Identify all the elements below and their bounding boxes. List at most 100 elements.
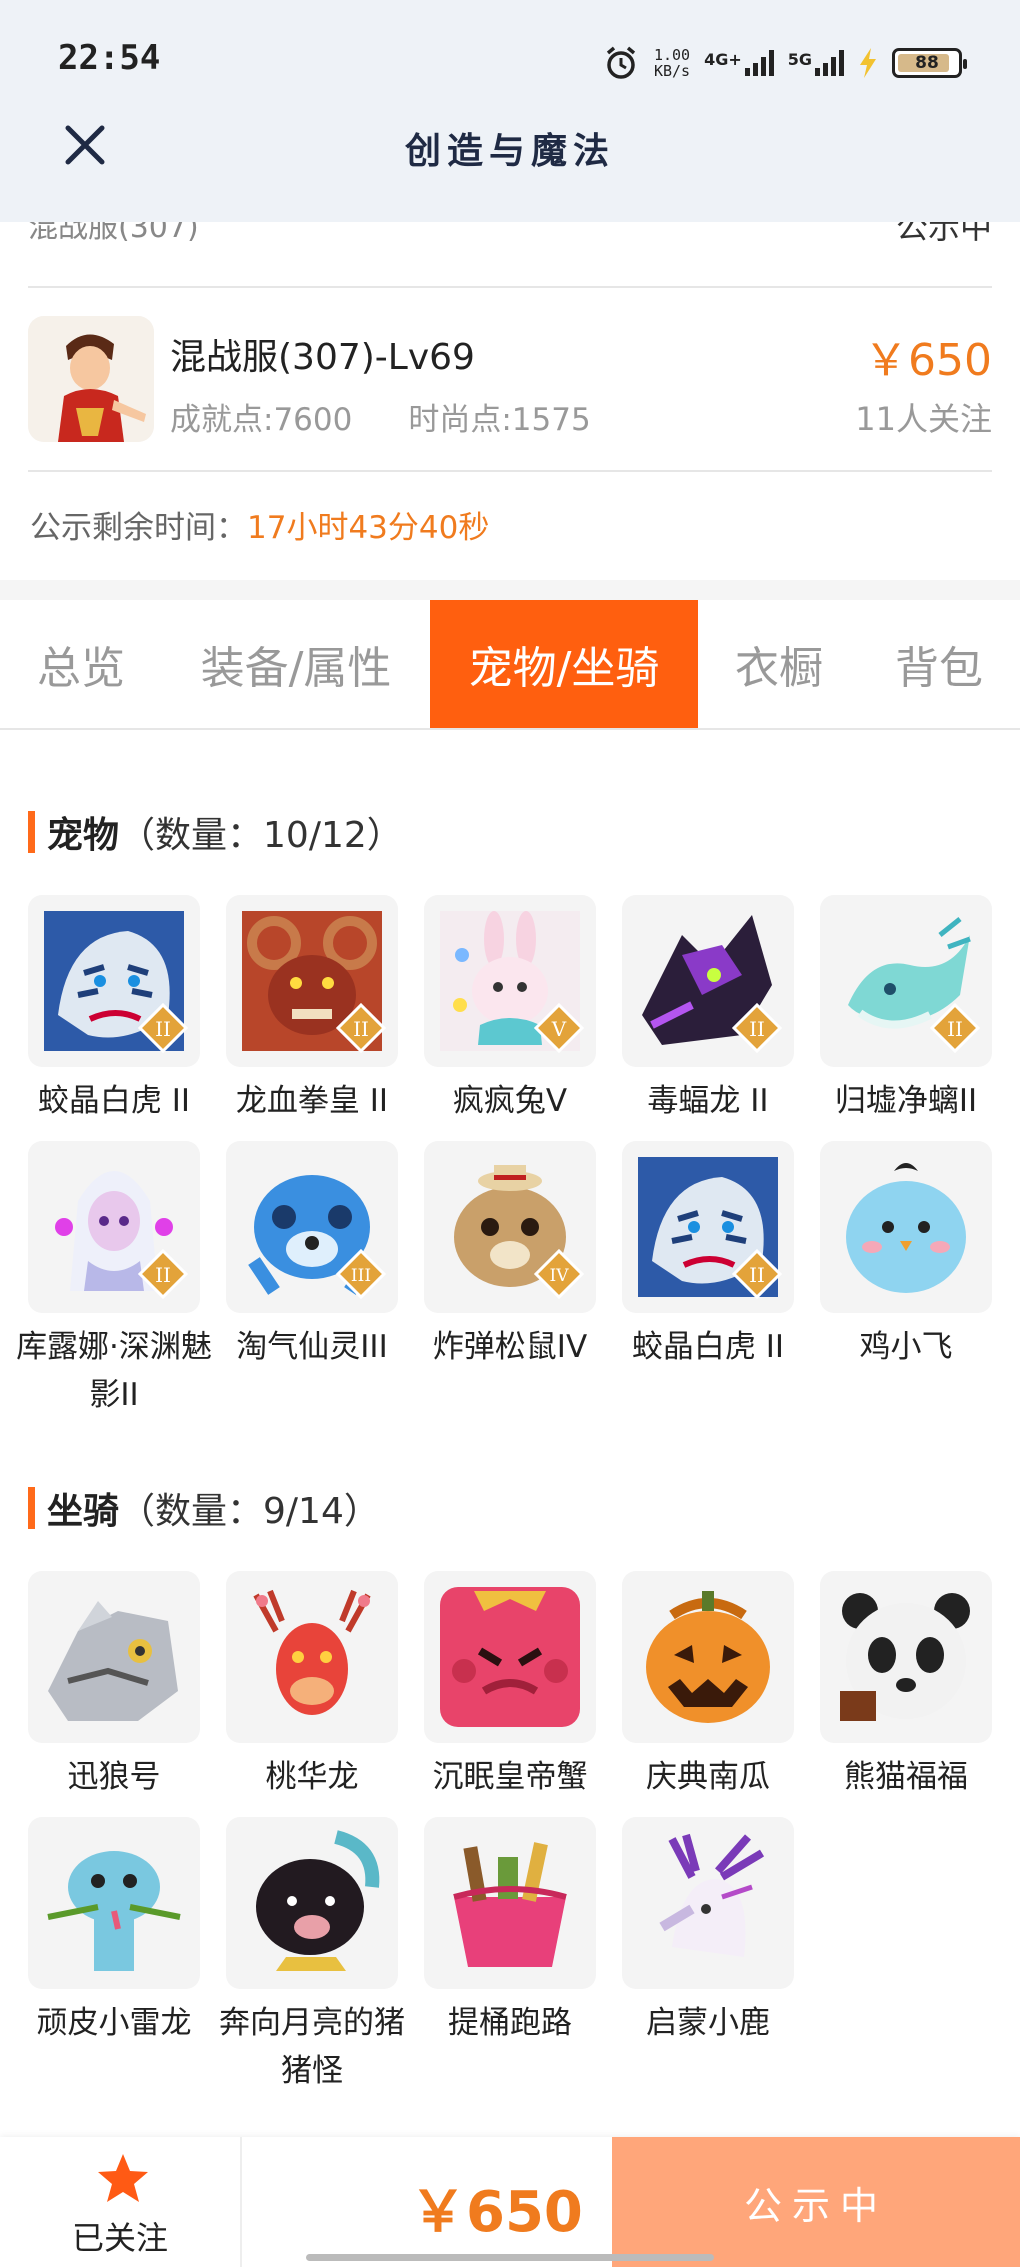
dragon-boxer-icon: II (226, 895, 398, 1067)
server-text: 混战服(307) (28, 222, 199, 245)
mount-item[interactable]: 顽皮小雷龙 (28, 1817, 200, 2047)
pet-name: 库露娜·深渊魅影II (16, 1329, 212, 1413)
tab-backpack[interactable]: 背包 (868, 600, 1010, 728)
pet-item[interactable]: III 淘气仙灵III (226, 1141, 398, 1371)
tab-overview[interactable]: 总览 (0, 600, 162, 728)
star-icon (98, 2154, 148, 2202)
bucket-icon (424, 1817, 596, 1989)
peach-dragon-icon (226, 1571, 398, 1743)
svg-text:V: V (551, 1017, 567, 1041)
pet-name: 疯疯兔V (452, 1083, 568, 1119)
pet-item[interactable]: V 疯疯兔V (424, 895, 596, 1125)
mounts-title: 坐骑 (47, 1491, 120, 1532)
tier-badge-icon: II (336, 1003, 386, 1053)
pig-icon (226, 1817, 398, 1989)
follower-count: 11人关注 (855, 400, 992, 438)
pet-item[interactable]: IV 炸弹松鼠IV (424, 1141, 596, 1371)
pets-title: 宠物 (47, 815, 120, 856)
mount-item[interactable]: 奔向月亮的猪猪怪 (219, 1817, 405, 2095)
svg-text:II: II (155, 1017, 171, 1041)
tier-badge-icon: II (732, 1249, 782, 1299)
pets-count: （数量：10/12） (119, 815, 403, 856)
tab-pets-mounts[interactable]: 宠物/坐骑 (430, 600, 698, 728)
account-summary[interactable]: 混战服(307)-Lv69 成就点:7600 时尚点:1575 ￥650 11人… (28, 290, 992, 472)
pet-name: 龙血拳皇 II (235, 1083, 389, 1119)
abyss-phantom-icon: II (28, 1141, 200, 1313)
pet-item[interactable]: II 蛟晶白虎 II (622, 1141, 794, 1371)
signal-bars-icon (744, 50, 774, 76)
mount-name: 顽皮小雷龙 (36, 2005, 192, 2041)
account-stats: 成就点:7600 时尚点:1575 (170, 394, 591, 439)
pet-item[interactable]: II 蛟晶白虎 II (28, 895, 200, 1125)
follow-button[interactable]: 已关注 (0, 2137, 242, 2267)
mounts-count: （数量：9/14） (119, 1491, 380, 1532)
mount-name: 庆典南瓜 (646, 1759, 770, 1795)
mount-name: 奔向月亮的猪猪怪 (219, 2005, 405, 2089)
chick-icon (820, 1141, 992, 1313)
naughty-sprite-icon: III (226, 1141, 398, 1313)
bottom-price: ￥650 (410, 2180, 583, 2245)
mounts-section-header: 坐骑 （数量：9/14） (28, 1482, 380, 1534)
tier-badge-icon: II (138, 1003, 188, 1053)
pet-item[interactable]: II 毒蝠龙 II (622, 895, 794, 1125)
tier-badge-icon: IV (534, 1249, 584, 1299)
mount-name: 熊猫福福 (844, 1759, 968, 1795)
tab-wardrobe[interactable]: 衣橱 (708, 600, 850, 728)
mount-item[interactable]: 熊猫福福 (820, 1571, 992, 1801)
account-name: 混战服(307)-Lv69 (170, 337, 475, 378)
divider (0, 580, 1020, 600)
publicity-status-button[interactable]: 公示中 (612, 2137, 1020, 2267)
svg-text:II: II (353, 1017, 369, 1041)
tier-badge-icon: II (732, 1003, 782, 1053)
charging-icon (860, 48, 876, 78)
white-tiger-icon: II (28, 895, 200, 1067)
mount-name: 桃华龙 (265, 1759, 359, 1795)
status-time: 22:54 (58, 38, 161, 78)
mount-item[interactable]: 提桶跑路 (424, 1817, 596, 2047)
mount-name: 迅狼号 (67, 1759, 161, 1795)
bomb-squirrel-icon: IV (424, 1141, 596, 1313)
mount-name: 沉眠皇帝蟹 (432, 1759, 588, 1795)
battery-icon: 88 (892, 48, 967, 78)
mount-item[interactable]: 桃华龙 (226, 1571, 398, 1801)
pet-name: 炸弹松鼠IV (432, 1329, 588, 1365)
publicity-text: 公示中 (895, 222, 992, 246)
svg-text:IV: IV (550, 1266, 570, 1286)
pet-name: 归墟净螭II (834, 1083, 978, 1119)
mount-item[interactable]: 迅狼号 (28, 1571, 200, 1801)
tier-badge-icon: II (138, 1249, 188, 1299)
mount-item[interactable]: 启蒙小鹿 (622, 1817, 794, 2047)
previous-info-row: 混战服(307) 公示中 (28, 222, 992, 288)
pet-name: 淘气仙灵III (236, 1329, 388, 1365)
top-bar: 22:54 1.00 KB/s 4G+ 5G 88 创造与魔法 (0, 0, 1020, 222)
pet-item[interactable]: 鸡小飞 (820, 1141, 992, 1371)
mount-item[interactable]: 沉眠皇帝蟹 (424, 1571, 596, 1801)
pumpkin-icon (622, 1571, 794, 1743)
thunder-dragon-icon (28, 1817, 200, 1989)
pet-item[interactable]: II 龙血拳皇 II (226, 895, 398, 1125)
alarm-icon (606, 46, 636, 79)
svg-text:II: II (749, 1017, 765, 1041)
tab-equipment[interactable]: 装备/属性 (172, 600, 420, 728)
pet-item[interactable]: II 库露娜·深渊魅影II (16, 1141, 212, 1419)
svg-text:III: III (351, 1266, 371, 1286)
avatar (28, 316, 154, 442)
mount-item[interactable]: 庆典南瓜 (622, 1571, 794, 1801)
status-icons: 1.00 KB/s 4G+ 5G 88 (602, 38, 967, 88)
pet-name: 鸡小飞 (859, 1329, 953, 1365)
pet-item[interactable]: II 归墟净螭II (820, 895, 992, 1125)
tier-badge-icon: III (336, 1249, 386, 1299)
tier-badge-icon: II (930, 1003, 980, 1053)
pet-name: 蛟晶白虎 II (631, 1329, 785, 1365)
mount-name: 提桶跑路 (448, 2005, 572, 2041)
signal-4g: 4G+ (704, 50, 774, 76)
poison-bat-dragon-icon: II (622, 895, 794, 1067)
network-speed: 1.00 KB/s (653, 46, 691, 80)
fashion-points: 时尚点:1575 (408, 402, 591, 438)
remaining-value: 17小时43分40秒 (247, 510, 490, 546)
mech-wolf-icon (28, 1571, 200, 1743)
mount-name: 启蒙小鹿 (646, 2005, 770, 2041)
account-price: ￥650 (864, 335, 992, 386)
signal-5g: 5G (788, 50, 844, 76)
panda-icon (820, 1571, 992, 1743)
